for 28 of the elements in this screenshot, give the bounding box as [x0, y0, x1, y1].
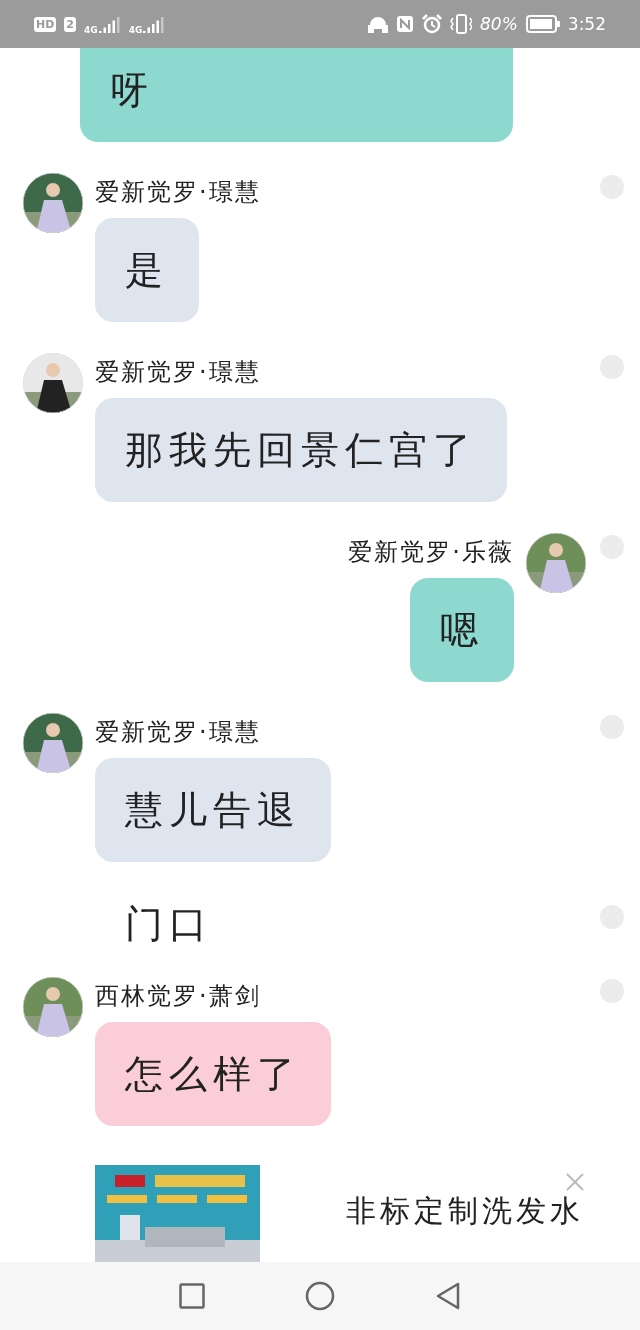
circle-icon[interactable]	[305, 1281, 335, 1311]
message-bubble: 那我先回景仁宫了	[95, 398, 507, 502]
status-badge: HD	[34, 16, 57, 32]
battery-percent: 80%	[480, 14, 518, 34]
network-label: 4G	[84, 25, 98, 35]
signal-icon	[98, 15, 121, 33]
status-badge: 2	[64, 16, 76, 32]
sender-name: 西林觉罗·萧剑	[95, 981, 261, 1012]
nfc-icon	[396, 15, 414, 33]
battery-icon	[525, 15, 560, 33]
square-icon[interactable]	[179, 1283, 205, 1309]
message-text: 门口	[124, 902, 214, 946]
message-bubble: 是	[95, 218, 199, 322]
alarm-icon	[422, 14, 442, 34]
triangle-icon[interactable]	[435, 1282, 461, 1310]
message-bubble: 怎么样了	[95, 1022, 331, 1126]
sender-name: 爱新觉罗·璟慧	[95, 717, 261, 748]
sender-name: 爱新觉罗·璟慧	[95, 177, 261, 208]
ad-title: 非标定制洗发水	[346, 1192, 584, 1230]
sender-name: 爱新觉罗·璟慧	[95, 357, 261, 388]
message-bubble: 呀	[80, 48, 513, 142]
sender-name: 爱新觉罗·乐薇	[348, 537, 514, 568]
signal-icon	[143, 15, 166, 33]
message-bubble: 嗯	[410, 578, 514, 682]
network-label: 4G	[128, 25, 143, 35]
clock-time: 3:52	[567, 14, 606, 34]
vibrate-icon	[450, 14, 472, 34]
message-bubble: 慧儿告退	[95, 758, 331, 862]
